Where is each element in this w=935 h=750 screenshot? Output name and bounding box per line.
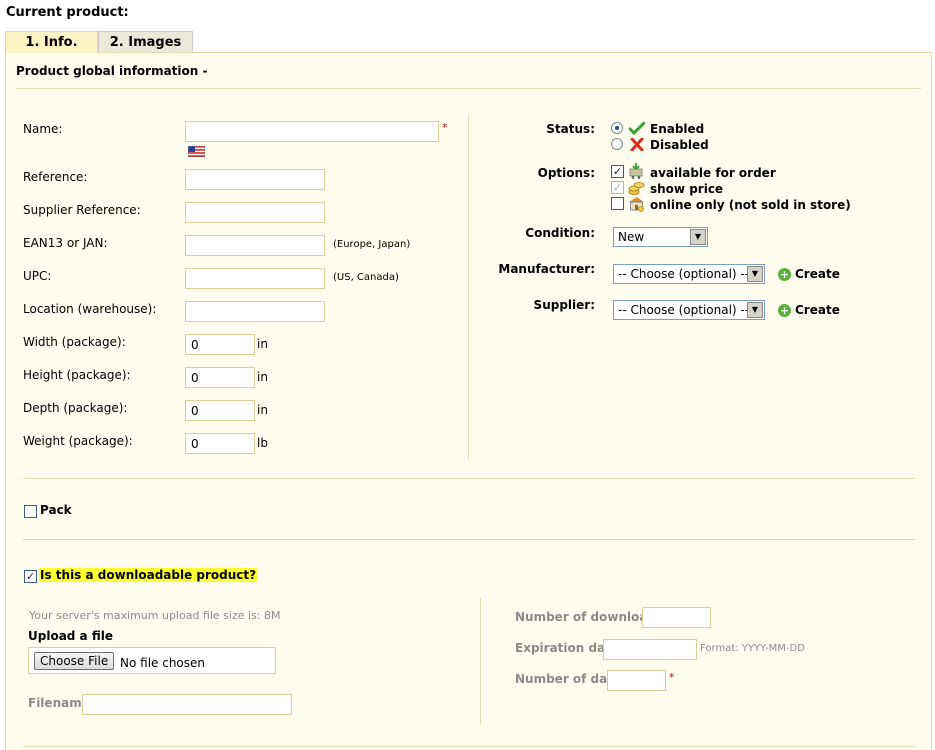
supplier-reference-input[interactable] <box>185 202 325 223</box>
number-of-downloads-label: Number of downloads <box>515 610 664 624</box>
status-enabled-radio[interactable] <box>611 122 623 134</box>
online-only-checkbox[interactable] <box>611 197 624 210</box>
condition-label: Condition: <box>525 226 595 240</box>
column-divider <box>480 598 481 724</box>
coins-icon <box>628 180 645 196</box>
number-of-downloads-input[interactable] <box>642 607 711 628</box>
plus-circle-icon[interactable]: + <box>778 268 791 281</box>
no-file-text: No file chosen <box>120 656 206 670</box>
upload-file-label: Upload a file <box>28 629 113 643</box>
options-label: Options: <box>537 166 595 180</box>
upc-label: UPC: <box>23 269 52 283</box>
height-unit: in <box>257 370 268 384</box>
depth-label: Depth (package): <box>23 401 128 415</box>
status-disabled-label: Disabled <box>650 138 709 152</box>
us-flag-icon[interactable] <box>187 145 206 158</box>
date-format-hint: Format: YYYY-MM-DD <box>700 643 805 654</box>
supplier-label: Supplier: <box>533 298 595 312</box>
manufacturer-select[interactable]: -- Choose (optional) -- ▼ <box>613 264 765 284</box>
condition-value: New <box>618 230 645 244</box>
pack-checkbox[interactable] <box>24 505 37 518</box>
chevron-down-icon: ▼ <box>747 266 763 282</box>
location-label: Location (warehouse): <box>23 302 157 316</box>
number-of-days-label: Number of days <box>515 672 622 686</box>
upc-hint: (US, Canada) <box>333 272 399 283</box>
manufacturer-value: -- Choose (optional) -- <box>618 267 750 281</box>
x-icon <box>630 137 644 154</box>
cart-icon <box>628 163 645 179</box>
divider <box>23 746 915 747</box>
tab-images[interactable]: 2. Images (0) <box>98 31 193 71</box>
supplier-select[interactable]: -- Choose (optional) -- ▼ <box>613 300 765 320</box>
column-divider <box>468 115 469 460</box>
divider <box>16 88 921 89</box>
available-for-order-label: available for order <box>650 166 776 180</box>
name-input[interactable] <box>185 121 439 142</box>
reference-input[interactable] <box>185 169 325 190</box>
file-input[interactable]: Choose File No file chosen <box>28 647 276 674</box>
required-marker: * <box>442 121 448 134</box>
condition-select[interactable]: New ▼ <box>613 227 708 247</box>
width-label: Width (package): <box>23 335 126 349</box>
supplier-create-link[interactable]: Create <box>795 303 840 317</box>
show-price-label: show price <box>650 182 724 196</box>
status-enabled-label: Enabled <box>650 122 705 136</box>
depth-unit: in <box>257 403 268 417</box>
page-title: Current product: <box>6 5 129 20</box>
height-input[interactable] <box>185 367 255 388</box>
downloadable-label: Is this a downloadable product? <box>39 568 258 582</box>
manufacturer-create-link[interactable]: Create <box>795 267 840 281</box>
available-for-order-checkbox[interactable]: ✓ <box>611 165 624 178</box>
status-label: Status: <box>546 122 595 136</box>
divider <box>23 478 915 479</box>
show-price-checkbox[interactable]: ✓ <box>611 181 624 194</box>
supplier-reference-label: Supplier Reference: <box>23 203 141 217</box>
chevron-down-icon: ▼ <box>747 302 763 318</box>
filename-input[interactable] <box>82 694 292 715</box>
depth-input[interactable] <box>185 400 255 421</box>
required-marker: * <box>669 671 675 684</box>
manufacturer-label: Manufacturer: <box>498 262 595 276</box>
status-disabled-radio[interactable] <box>611 138 623 150</box>
pack-label: Pack <box>40 503 72 517</box>
weight-input[interactable] <box>185 433 255 454</box>
reference-label: Reference: <box>23 170 88 184</box>
number-of-days-input[interactable] <box>607 670 666 691</box>
name-label: Name: <box>23 122 63 136</box>
weight-unit: lb <box>257 436 268 450</box>
filename-label: Filename <box>28 696 90 710</box>
check-icon <box>628 121 646 138</box>
section-title: Product global information - <box>16 64 208 78</box>
upc-input[interactable] <box>185 268 325 289</box>
width-input[interactable] <box>185 334 255 355</box>
location-input[interactable] <box>185 301 325 322</box>
chevron-down-icon: ▼ <box>690 229 706 245</box>
choose-file-button[interactable]: Choose File <box>34 652 115 670</box>
online-only-label: online only (not sold in store) <box>650 198 851 212</box>
divider <box>23 539 915 540</box>
plus-circle-icon[interactable]: + <box>778 304 791 317</box>
expiration-date-input[interactable] <box>603 639 697 660</box>
supplier-value: -- Choose (optional) -- <box>618 303 750 317</box>
weight-label: Weight (package): <box>23 434 133 448</box>
ean13-hint: (Europe, Japan) <box>333 239 411 250</box>
ean13-label: EAN13 or JAN: <box>23 236 108 250</box>
tab-info[interactable]: 1. Info. <box>5 31 98 53</box>
store-icon <box>628 196 645 212</box>
height-label: Height (package): <box>23 368 131 382</box>
max-upload-size: Your server's maximum upload file size i… <box>29 609 281 622</box>
ean13-input[interactable] <box>185 235 325 256</box>
downloadable-checkbox[interactable]: ✓ <box>24 570 37 583</box>
width-unit: in <box>257 337 268 351</box>
